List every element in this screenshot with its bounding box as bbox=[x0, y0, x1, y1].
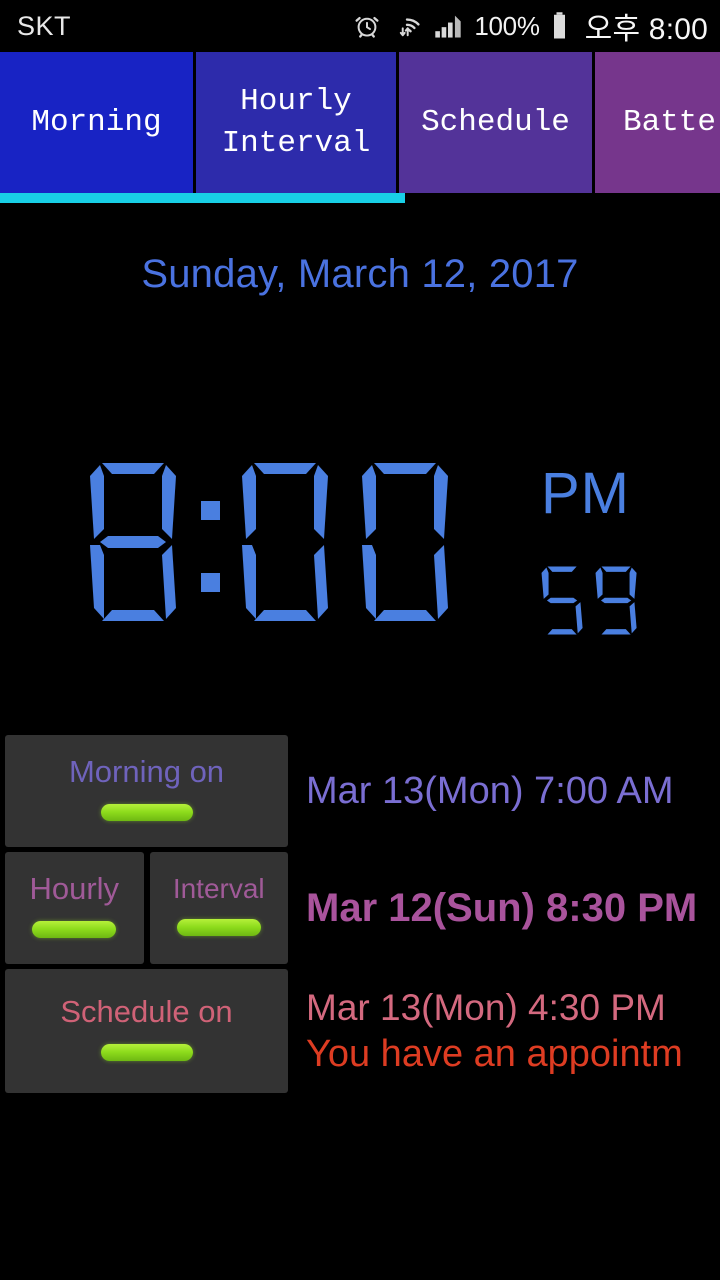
morning-toggle-indicator bbox=[100, 803, 193, 821]
morning-info: Mar 13(Mon) 7:00 AM bbox=[288, 735, 720, 847]
schedule-next-time: Mar 13(Mon) 4:30 PM bbox=[306, 986, 666, 1028]
interval-toggle-indicator bbox=[176, 918, 261, 936]
morning-button-group: Morning on bbox=[0, 735, 288, 847]
am-pm-label: PM bbox=[541, 461, 630, 526]
schedule-button-group: Schedule on bbox=[0, 969, 288, 1093]
alarm-row-hourly: Hourly Interval Mar 12(Sun) 8:30 PM bbox=[0, 852, 720, 964]
alarm-row-schedule: Schedule on Mar 13(Mon) 4:30 PM You have… bbox=[0, 969, 720, 1093]
hourly-button-group: Hourly Interval bbox=[0, 852, 288, 964]
tab-morning[interactable]: Morning bbox=[0, 52, 196, 193]
hourly-info: Mar 12(Sun) 8:30 PM bbox=[288, 852, 720, 964]
tab-schedule-label: Schedule bbox=[421, 104, 570, 140]
tab-battery[interactable]: Batte bbox=[595, 52, 720, 193]
tab-selection-indicator bbox=[0, 193, 405, 203]
signal-icon bbox=[435, 15, 462, 38]
tab-bar[interactable]: Morning Hourly Interval Schedule Batte bbox=[0, 52, 720, 193]
status-clock: 오후 8:00 bbox=[584, 13, 708, 46]
status-icons: 100% 오후 8:00 bbox=[353, 4, 720, 48]
wifi-icon bbox=[400, 18, 420, 37]
schedule-toggle-indicator bbox=[100, 1043, 193, 1061]
alarm-icon bbox=[355, 16, 379, 38]
tab-hourly-interval-label: Hourly Interval bbox=[221, 84, 371, 161]
schedule-info: Mar 13(Mon) 4:30 PM You have an appointm bbox=[288, 969, 720, 1093]
alarm-rows: Morning on Mar 13(Mon) 7:00 AM Hourly In… bbox=[0, 735, 720, 1098]
clock-display: .on { fill:#4a7fe0; } .off { fill:#00000… bbox=[0, 455, 720, 645]
tab-morning-label: Morning bbox=[31, 104, 162, 140]
current-date: Sunday, March 12, 2017 bbox=[141, 252, 579, 296]
hourly-toggle-button[interactable]: Hourly bbox=[5, 852, 144, 964]
morning-next-time: Mar 13(Mon) 7:00 AM bbox=[306, 769, 674, 812]
interval-button-label: Interval bbox=[172, 873, 265, 905]
schedule-button-label: Schedule on bbox=[60, 994, 233, 1030]
status-bar: SKT 100% 오후 8:00 bbox=[0, 0, 720, 52]
hourly-toggle-indicator bbox=[32, 920, 117, 938]
interval-toggle-button[interactable]: Interval bbox=[149, 852, 288, 964]
hourly-next-time: Mar 12(Sun) 8:30 PM bbox=[306, 885, 698, 930]
tab-hourly-interval[interactable]: Hourly Interval bbox=[196, 52, 399, 193]
hourly-button-label: Hourly bbox=[29, 871, 120, 907]
schedule-message: You have an appointm bbox=[306, 1032, 683, 1075]
tab-schedule[interactable]: Schedule bbox=[399, 52, 595, 193]
alarm-row-morning: Morning on Mar 13(Mon) 7:00 AM bbox=[0, 735, 720, 847]
app-screen: SKT 100% 오후 8:00 Morning Hourly Interval… bbox=[0, 0, 720, 1280]
battery-icon bbox=[553, 12, 565, 39]
carrier-label: SKT bbox=[17, 10, 72, 41]
morning-button-label: Morning on bbox=[68, 754, 225, 790]
seven-segment-seconds bbox=[541, 566, 637, 635]
schedule-toggle-button[interactable]: Schedule on bbox=[5, 969, 288, 1093]
morning-toggle-button[interactable]: Morning on bbox=[5, 735, 288, 847]
seven-segment-time: .on { fill:#4a7fe0; } .off { fill:#00000… bbox=[90, 463, 448, 621]
tab-battery-label: Batte bbox=[623, 104, 717, 140]
battery-percent: 100% bbox=[474, 10, 540, 41]
